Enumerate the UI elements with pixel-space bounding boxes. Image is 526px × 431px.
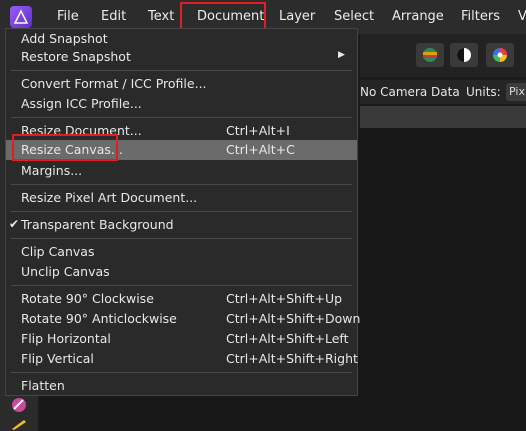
menu-item-label: Assign ICC Profile... xyxy=(21,96,142,111)
toolbar xyxy=(360,34,526,77)
menu-separator xyxy=(11,238,352,239)
menu-item-restore-snapshot[interactable]: Restore Snapshot ▶ xyxy=(6,47,357,67)
menu-item-shortcut: Ctrl+Alt+Shift+Right xyxy=(226,351,358,366)
camera-data-label: No Camera Data xyxy=(360,85,460,99)
document-tab-bar xyxy=(360,106,526,128)
menu-item-label: Flip Vertical xyxy=(21,351,94,366)
color-wheel-button[interactable] xyxy=(416,43,444,67)
menu-item-shortcut: Ctrl+Alt+Shift+Up xyxy=(226,291,343,306)
menu-item-label: Flatten xyxy=(21,378,65,393)
menu-item-transparent-background[interactable]: ✔ Transparent Background xyxy=(6,215,357,235)
menu-item-label: Clip Canvas xyxy=(21,244,95,259)
menu-item-shortcut: Ctrl+Alt+C xyxy=(226,142,295,157)
menu-item-label: Restore Snapshot xyxy=(21,49,131,64)
menu-item-label: Transparent Background xyxy=(21,217,174,232)
color-wheel-icon xyxy=(423,48,437,62)
menu-separator xyxy=(11,372,352,373)
pen-tool-icon[interactable] xyxy=(10,418,28,430)
menu-item-flip-horizontal[interactable]: Flip Horizontal Ctrl+Alt+Shift+Left xyxy=(6,329,357,349)
submenu-arrow-icon: ▶ xyxy=(338,50,345,60)
menu-item-resize-pixel-art[interactable]: Resize Pixel Art Document... xyxy=(6,188,357,208)
menu-item-margins[interactable]: Margins... xyxy=(6,161,357,181)
menu-item-assign-icc[interactable]: Assign ICC Profile... xyxy=(6,94,357,114)
menu-view[interactable]: V xyxy=(518,0,526,34)
menu-item-rotate-acw[interactable]: Rotate 90° Anticlockwise Ctrl+Alt+Shift+… xyxy=(6,309,361,329)
resize-canvas-highlight xyxy=(12,134,118,161)
affinity-photo-logo-icon[interactable] xyxy=(10,6,32,28)
menu-item-shortcut: Ctrl+Alt+Shift+Down xyxy=(226,311,361,326)
hsl-wheel-icon xyxy=(493,48,507,62)
units-select[interactable]: Pix xyxy=(506,83,526,101)
menu-item-flatten[interactable]: Flatten xyxy=(6,376,357,396)
contrast-button[interactable] xyxy=(450,43,478,67)
menu-separator xyxy=(11,285,352,286)
menu-item-flip-vertical[interactable]: Flip Vertical Ctrl+Alt+Shift+Right xyxy=(6,349,358,369)
menu-separator xyxy=(11,117,352,118)
menu-arrange[interactable]: Arrange xyxy=(392,0,444,34)
checkmark-icon: ✔ xyxy=(9,217,20,231)
brush-tool-icon[interactable] xyxy=(8,394,30,416)
menu-item-convert-format[interactable]: Convert Format / ICC Profile... xyxy=(6,74,357,94)
contrast-icon xyxy=(457,48,471,62)
document-menu: Add Snapshot Restore Snapshot ▶ Convert … xyxy=(5,28,361,396)
menu-item-label: Margins... xyxy=(21,163,83,178)
menu-item-label: Flip Horizontal xyxy=(21,331,111,346)
menu-item-label: Rotate 90° Anticlockwise xyxy=(21,311,177,326)
menu-item-label: Resize Pixel Art Document... xyxy=(21,190,198,205)
hsl-button[interactable] xyxy=(486,43,514,67)
units-label: Units: xyxy=(466,85,501,99)
menu-item-label: Add Snapshot xyxy=(21,31,108,46)
menu-item-shortcut: Ctrl+Alt+Shift+Left xyxy=(226,331,349,346)
menu-separator xyxy=(11,184,352,185)
menu-item-label: Rotate 90° Clockwise xyxy=(21,291,154,306)
menu-item-clip-canvas[interactable]: Clip Canvas xyxy=(6,242,357,262)
menu-item-shortcut: Ctrl+Alt+I xyxy=(226,123,290,138)
menu-item-rotate-cw[interactable]: Rotate 90° Clockwise Ctrl+Alt+Shift+Up xyxy=(6,289,357,309)
menu-item-label: Unclip Canvas xyxy=(21,264,110,279)
menu-item-unclip-canvas[interactable]: Unclip Canvas xyxy=(6,262,357,282)
menu-separator xyxy=(11,70,352,71)
menu-separator xyxy=(11,211,352,212)
context-toolbar: No Camera Data Units: Pix xyxy=(360,80,526,104)
menu-filters[interactable]: Filters xyxy=(461,0,500,34)
menu-item-label: Convert Format / ICC Profile... xyxy=(21,76,207,91)
menu-item-add-snapshot[interactable]: Add Snapshot xyxy=(6,29,357,49)
